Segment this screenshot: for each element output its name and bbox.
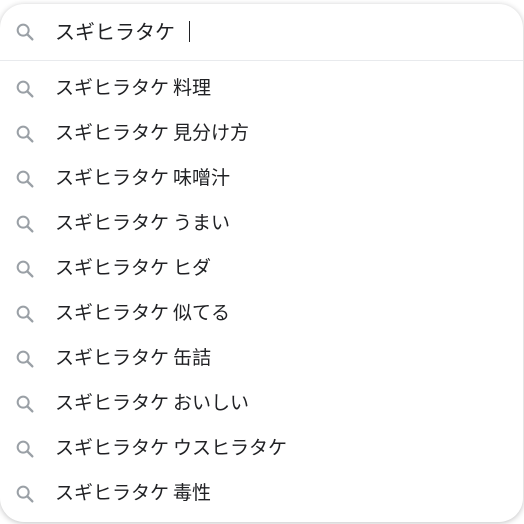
search-autocomplete-panel: スギヒラタケ スギヒラタケ 料理 スギヒラタケ 見分け方 スギヒラタケ 味噌汁 スギヒ… [0, 4, 523, 522]
search-icon [14, 78, 36, 100]
suggestion-base: スギヒラタケ [55, 77, 170, 99]
suggestion-completion: ウスヒラタケ [173, 437, 288, 459]
search-box[interactable]: スギヒラタケ [0, 4, 523, 61]
suggestion-item[interactable]: スギヒラタケ おいしい [0, 381, 523, 426]
search-icon [14, 438, 36, 460]
suggestion-label: スギヒラタケ 見分け方 [55, 119, 249, 147]
suggestion-item[interactable]: スギヒラタケ 缶詰 [0, 336, 523, 381]
suggestion-label: スギヒラタケ 毒性 [55, 479, 211, 507]
suggestion-item[interactable]: スギヒラタケ 料理 [0, 66, 523, 111]
suggestion-label: スギヒラタケ 料理 [55, 74, 211, 102]
suggestion-completion: 料理 [173, 77, 212, 99]
suggestion-label: スギヒラタケ おいしい [55, 389, 249, 417]
search-icon [14, 483, 36, 505]
suggestion-label: スギヒラタケ 缶詰 [55, 344, 211, 372]
suggestion-label: スギヒラタケ ヒダ [55, 254, 211, 282]
search-icon [14, 393, 36, 415]
suggestion-item[interactable]: スギヒラタケ 味噌汁 [0, 156, 523, 201]
search-icon [14, 21, 36, 43]
suggestion-base: スギヒラタケ [55, 437, 170, 459]
suggestion-completion: うまい [173, 212, 231, 234]
suggestion-base: スギヒラタケ [55, 392, 170, 414]
suggestion-item[interactable]: スギヒラタケ 毒性 [0, 471, 523, 516]
suggestion-base: スギヒラタケ [55, 212, 170, 234]
suggestion-completion: 見分け方 [173, 122, 250, 144]
suggestion-base: スギヒラタケ [55, 482, 170, 504]
suggestion-completion: 毒性 [173, 482, 212, 504]
suggestion-item[interactable]: スギヒラタケ ヒダ [0, 246, 523, 291]
search-input[interactable]: スギヒラタケ [55, 18, 190, 46]
suggestion-completion: 似てる [173, 302, 231, 324]
suggestion-label: スギヒラタケ 味噌汁 [55, 164, 230, 192]
search-icon [14, 123, 36, 145]
suggestion-item[interactable]: スギヒラタケ うまい [0, 201, 523, 246]
suggestion-item[interactable]: スギヒラタケ 見分け方 [0, 111, 523, 156]
text-caret [189, 21, 190, 42]
suggestion-completion: 缶詰 [173, 347, 212, 369]
suggestion-base: スギヒラタケ [55, 347, 170, 369]
suggestion-completion: 味噌汁 [173, 167, 231, 189]
suggestion-completion: ヒダ [173, 257, 212, 279]
search-query: スギヒラタケ [55, 20, 175, 44]
search-icon [14, 213, 36, 235]
suggestion-completion: おいしい [173, 392, 250, 414]
suggestion-base: スギヒラタケ [55, 167, 170, 189]
suggestion-label: スギヒラタケ うまい [55, 209, 230, 237]
suggestion-label: スギヒラタケ 似てる [55, 299, 230, 327]
suggestion-item[interactable]: スギヒラタケ 似てる [0, 291, 523, 336]
search-icon [14, 168, 36, 190]
suggestion-base: スギヒラタケ [55, 257, 170, 279]
suggestion-item[interactable]: スギヒラタケ ウスヒラタケ [0, 426, 523, 471]
suggestion-label: スギヒラタケ ウスヒラタケ [55, 434, 287, 462]
search-icon [14, 258, 36, 280]
suggestion-list: スギヒラタケ 料理 スギヒラタケ 見分け方 スギヒラタケ 味噌汁 スギヒラタケ うまい … [0, 66, 523, 516]
search-icon [14, 348, 36, 370]
suggestion-base: スギヒラタケ [55, 302, 170, 324]
search-icon [14, 303, 36, 325]
suggestion-base: スギヒラタケ [55, 122, 170, 144]
